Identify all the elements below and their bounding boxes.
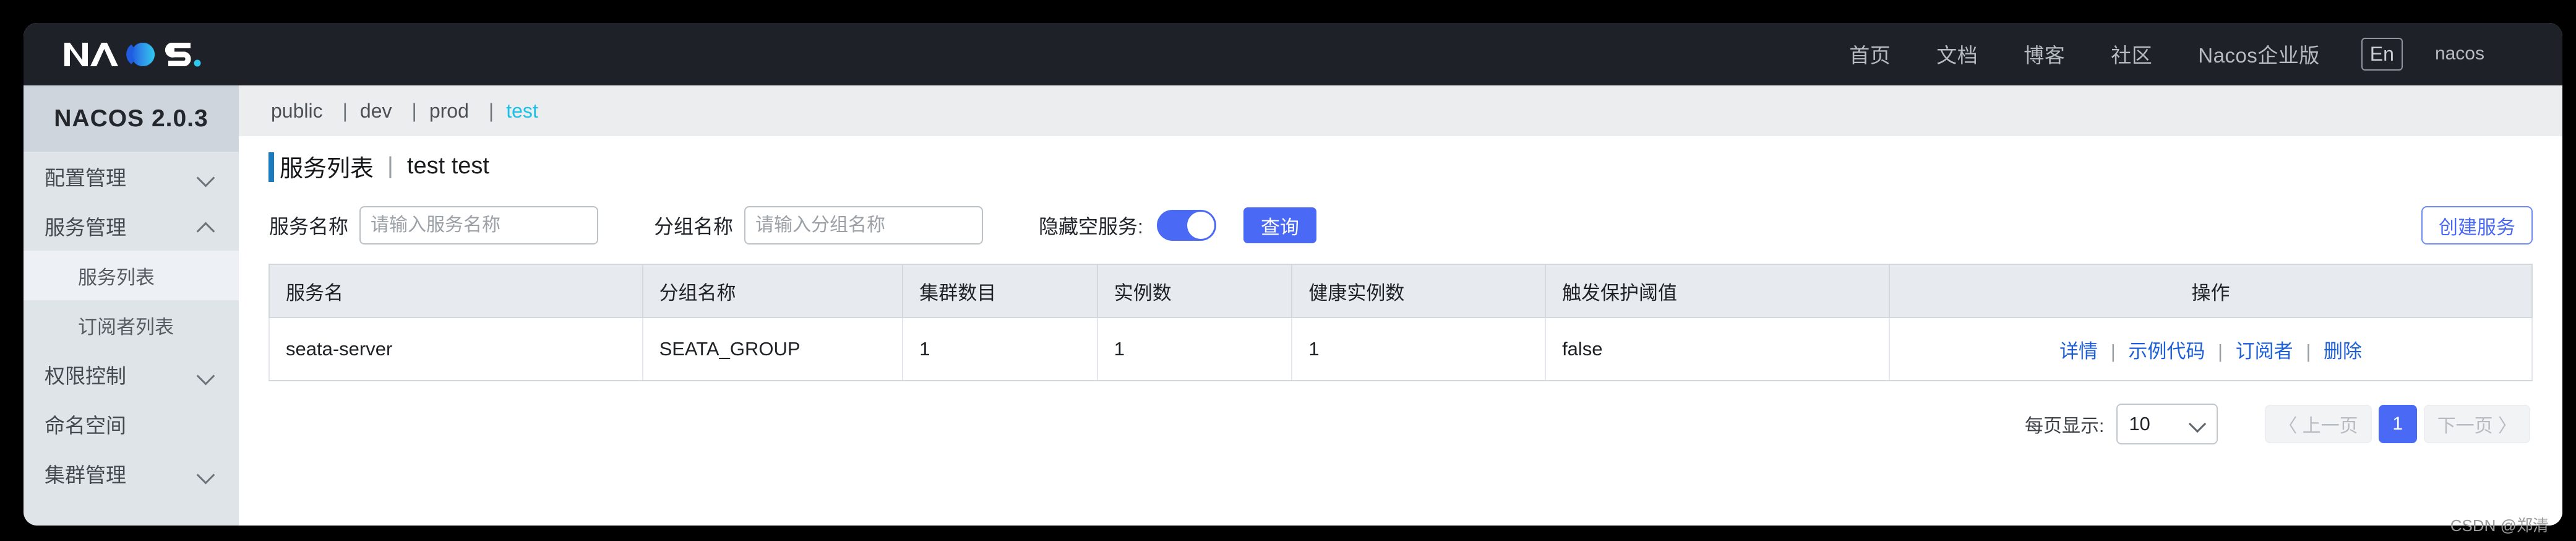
pagination: 每页显示: 10 〈 上一页 1 下一页 〉 (268, 404, 2533, 444)
nav-link-home[interactable]: 首页 (1826, 39, 1913, 69)
page-number-1[interactable]: 1 (2378, 405, 2417, 443)
namespace-tab-test[interactable]: test (504, 100, 541, 123)
chevron-down-icon (197, 167, 215, 186)
cell-group-name: SEATA_GROUP (642, 318, 904, 381)
sidebar-item-service-list[interactable]: 服务列表 (24, 251, 239, 300)
nav-link-blog[interactable]: 博客 (2001, 39, 2088, 69)
chevron-down-icon (197, 365, 215, 384)
table-row: seata-server SEATA_GROUP 1 1 1 false 详情 … (268, 318, 2533, 381)
sidebar-item-config-management[interactable]: 配置管理 (24, 152, 239, 201)
sidebar-item-label: 集群管理 (45, 464, 126, 487)
sidebar-item-label: 订阅者列表 (78, 316, 174, 338)
nav-link-docs[interactable]: 文档 (1913, 39, 2001, 69)
page-title: 服务列表 | test test (268, 136, 2533, 196)
user-menu[interactable]: nacos (2419, 43, 2501, 64)
action-subscribers-link[interactable]: 订阅者 (2236, 340, 2293, 362)
sidebar-item-service-management[interactable]: 服务管理 (24, 201, 239, 251)
sidebar-item-cluster-management[interactable]: 集群管理 (24, 449, 239, 498)
sidebar-item-subscriber-list[interactable]: 订阅者列表 (24, 300, 239, 350)
table-body: seata-server SEATA_GROUP 1 1 1 false 详情 … (268, 318, 2533, 381)
sidebar-item-label: 配置管理 (45, 167, 126, 189)
namespace-tab-prod[interactable]: prod (427, 100, 471, 123)
hide-empty-service-label: 隐藏空服务: (1039, 215, 1143, 238)
sidebar-item-label: 权限控制 (45, 365, 126, 387)
namespace-separator: | (488, 99, 494, 122)
column-header-protect-threshold: 触发保护阈值 (1545, 264, 1891, 318)
page-title-separator: | (387, 152, 393, 179)
sidebar-item-label: 命名空间 (45, 414, 126, 437)
query-button[interactable]: 查询 (1243, 207, 1316, 243)
content-area: 服务列表 | test test 服务名称 分组名称 隐藏空服务: 查询 (239, 136, 2562, 526)
toggle-knob (1187, 212, 1214, 239)
top-navbar: 首页 文档 博客 社区 Nacos企业版 En nacos (24, 23, 2562, 85)
cell-healthy-instance-count: 1 (1292, 318, 1547, 381)
column-header-service-name: 服务名 (268, 264, 643, 318)
navbar-links: 首页 文档 博客 社区 Nacos企业版 En nacos (1826, 38, 2562, 71)
action-sample-code-link[interactable]: 示例代码 (2128, 340, 2205, 362)
cell-cluster-count: 1 (903, 318, 1098, 381)
namespace-tab-public[interactable]: public (268, 100, 325, 123)
column-header-healthy-instance-count: 健康实例数 (1292, 264, 1547, 318)
filter-row: 服务名称 分组名称 隐藏空服务: 查询 创建服务 (268, 196, 2533, 255)
column-header-group-name: 分组名称 (642, 264, 904, 318)
chevron-down-icon (197, 464, 215, 483)
namespace-separator: | (411, 99, 417, 122)
cell-instance-count: 1 (1097, 318, 1293, 381)
group-name-label: 分组名称 (654, 215, 734, 238)
table-header: 服务名 分组名称 集群数目 实例数 健康实例数 触发保护阈值 操作 (268, 264, 2533, 318)
service-table: 服务名 分组名称 集群数目 实例数 健康实例数 触发保护阈值 操作 seata-… (268, 264, 2533, 381)
namespace-tabs: public | dev | prod | test (239, 85, 2562, 136)
page-size-label: 每页显示: (2024, 416, 2105, 436)
action-separator: | (2110, 340, 2116, 362)
sidebar-item-label: 服务列表 (78, 266, 155, 288)
service-name-label: 服务名称 (269, 215, 349, 238)
cell-protect-threshold: false (1545, 318, 1891, 381)
page-size-value: 10 (2129, 413, 2150, 435)
chevron-down-icon (2189, 416, 2205, 432)
body-row: NACOS 2.0.3 配置管理 服务管理 服务列表 订阅者列表 权限控制 命名… (24, 85, 2562, 526)
column-header-operations: 操作 (1889, 264, 2533, 318)
nav-link-community[interactable]: 社区 (2088, 39, 2175, 69)
nav-link-enterprise[interactable]: Nacos企业版 (2175, 39, 2343, 69)
group-name-input[interactable] (744, 206, 984, 245)
cell-service-name: seata-server (268, 318, 643, 381)
nacos-logo[interactable] (62, 23, 266, 85)
column-header-cluster-count: 集群数目 (903, 264, 1098, 318)
chevron-up-icon (197, 217, 215, 235)
action-separator: | (2218, 340, 2223, 362)
sidebar-brand: NACOS 2.0.3 (24, 85, 239, 152)
watermark: CSDN @郑清 (2450, 516, 2549, 535)
app-window: 首页 文档 博客 社区 Nacos企业版 En nacos NACOS 2.0.… (24, 23, 2562, 526)
action-delete-link[interactable]: 删除 (2324, 340, 2362, 362)
action-detail-link[interactable]: 详情 (2059, 340, 2098, 362)
cell-operations: 详情 | 示例代码 | 订阅者 | 删除 (1889, 318, 2533, 381)
page-title-text: 服务列表 (280, 155, 374, 182)
language-toggle[interactable]: En (2361, 38, 2403, 71)
hide-empty-service-toggle[interactable] (1156, 210, 1216, 241)
column-header-instance-count: 实例数 (1097, 264, 1293, 318)
sidebar-item-label: 服务管理 (45, 216, 126, 239)
sidebar: NACOS 2.0.3 配置管理 服务管理 服务列表 订阅者列表 权限控制 命名… (24, 85, 239, 526)
table-header-row: 服务名 分组名称 集群数目 实例数 健康实例数 触发保护阈值 操作 (268, 264, 2533, 318)
nacos-logo-icon (64, 42, 201, 66)
main-panel: public | dev | prod | test 服务列表 | test t… (239, 85, 2562, 526)
namespace-tab-dev[interactable]: dev (358, 100, 395, 123)
page-size-select[interactable]: 10 (2116, 404, 2218, 444)
service-name-input[interactable] (359, 206, 599, 245)
action-separator: | (2306, 340, 2311, 362)
pagination-buttons: 〈 上一页 1 下一页 〉 (2265, 405, 2530, 443)
sidebar-item-namespace[interactable]: 命名空间 (24, 399, 239, 449)
sidebar-item-permission-control[interactable]: 权限控制 (24, 350, 239, 399)
page-title-namespace: test test (406, 152, 489, 179)
prev-page-button[interactable]: 〈 上一页 (2265, 405, 2372, 443)
namespace-separator: | (342, 99, 348, 122)
create-service-button[interactable]: 创建服务 (2421, 206, 2533, 245)
next-page-button[interactable]: 下一页 〉 (2423, 405, 2530, 443)
